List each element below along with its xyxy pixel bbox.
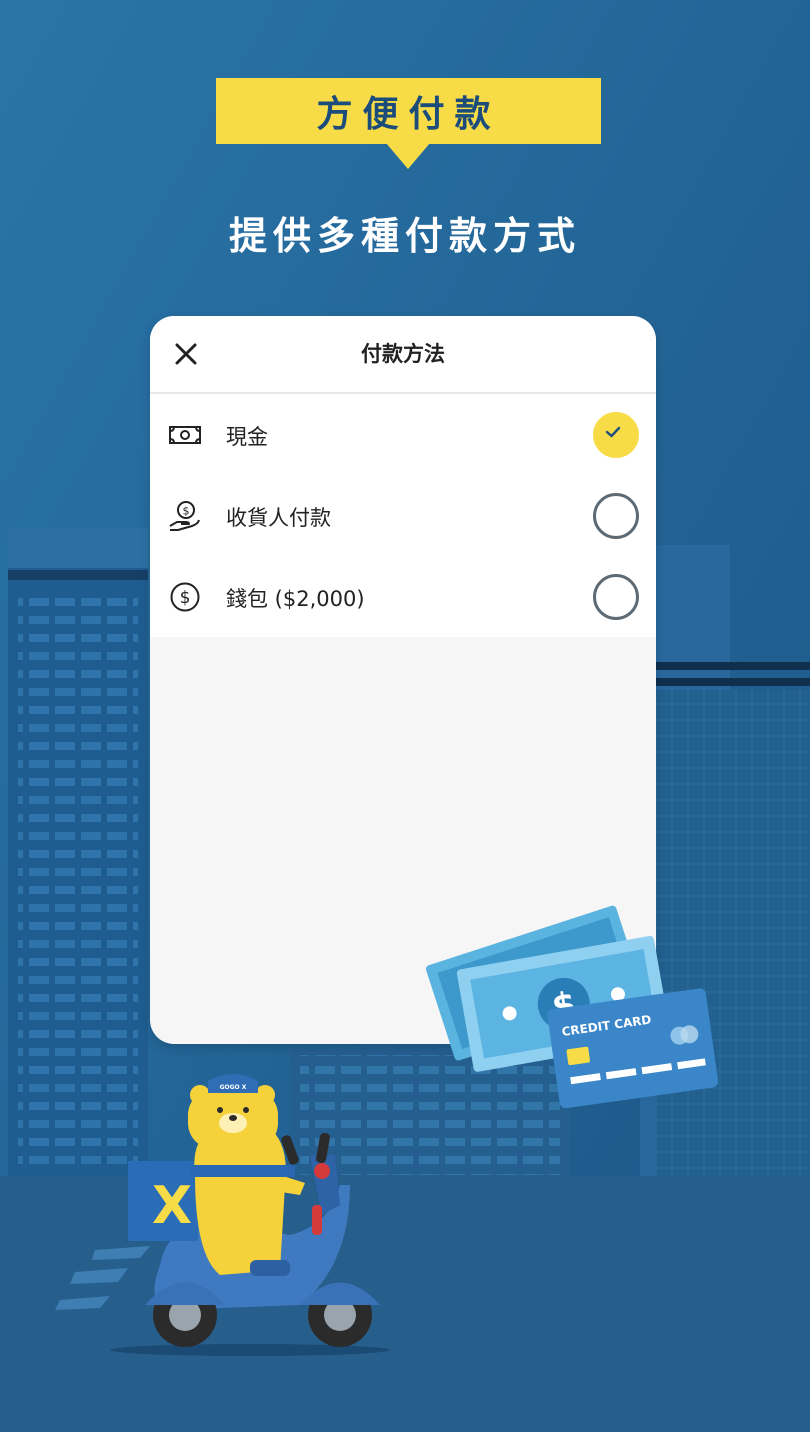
dollar-circle-icon: $ (170, 582, 200, 612)
payment-options: 現金 $ 收貨人付款 $ 錢包 ($2,000) (150, 394, 656, 637)
radio-cash-selected[interactable] (593, 412, 639, 458)
money-illustration: $ CREDIT CARD (425, 905, 719, 1109)
option-cash[interactable]: 現金 (150, 394, 656, 475)
cash-icon (169, 426, 201, 444)
option-label-cash: 現金 (226, 425, 268, 449)
radio-recipient-pays[interactable] (593, 493, 639, 539)
banner-pointer (386, 143, 430, 169)
dialog-title: 付款方法 (361, 342, 445, 366)
option-recipient-pays[interactable]: $ 收貨人付款 (150, 475, 656, 556)
option-wallet[interactable]: $ 錢包 ($2,000) (150, 556, 656, 637)
subtitle: 提供多種付款方式 (228, 214, 581, 258)
svg-text:$: $ (180, 588, 191, 608)
option-label-wallet: 錢包 ($2,000) (226, 587, 365, 611)
dialog-header: 付款方法 (150, 316, 656, 394)
cap-logo-text: GOGO X (220, 1084, 247, 1091)
hand-coin-icon: $ (169, 501, 200, 531)
radio-wallet[interactable] (593, 574, 639, 620)
check-icon (605, 426, 621, 438)
bear-scooter-mascot: X GOGO X (110, 1074, 390, 1356)
box-logo-text: X (152, 1176, 192, 1236)
banner: 方便付款 (216, 78, 601, 144)
option-label-recipient-pays: 收貨人付款 (226, 506, 331, 530)
banner-title: 方便付款 (316, 94, 501, 135)
svg-text:$: $ (183, 505, 190, 518)
